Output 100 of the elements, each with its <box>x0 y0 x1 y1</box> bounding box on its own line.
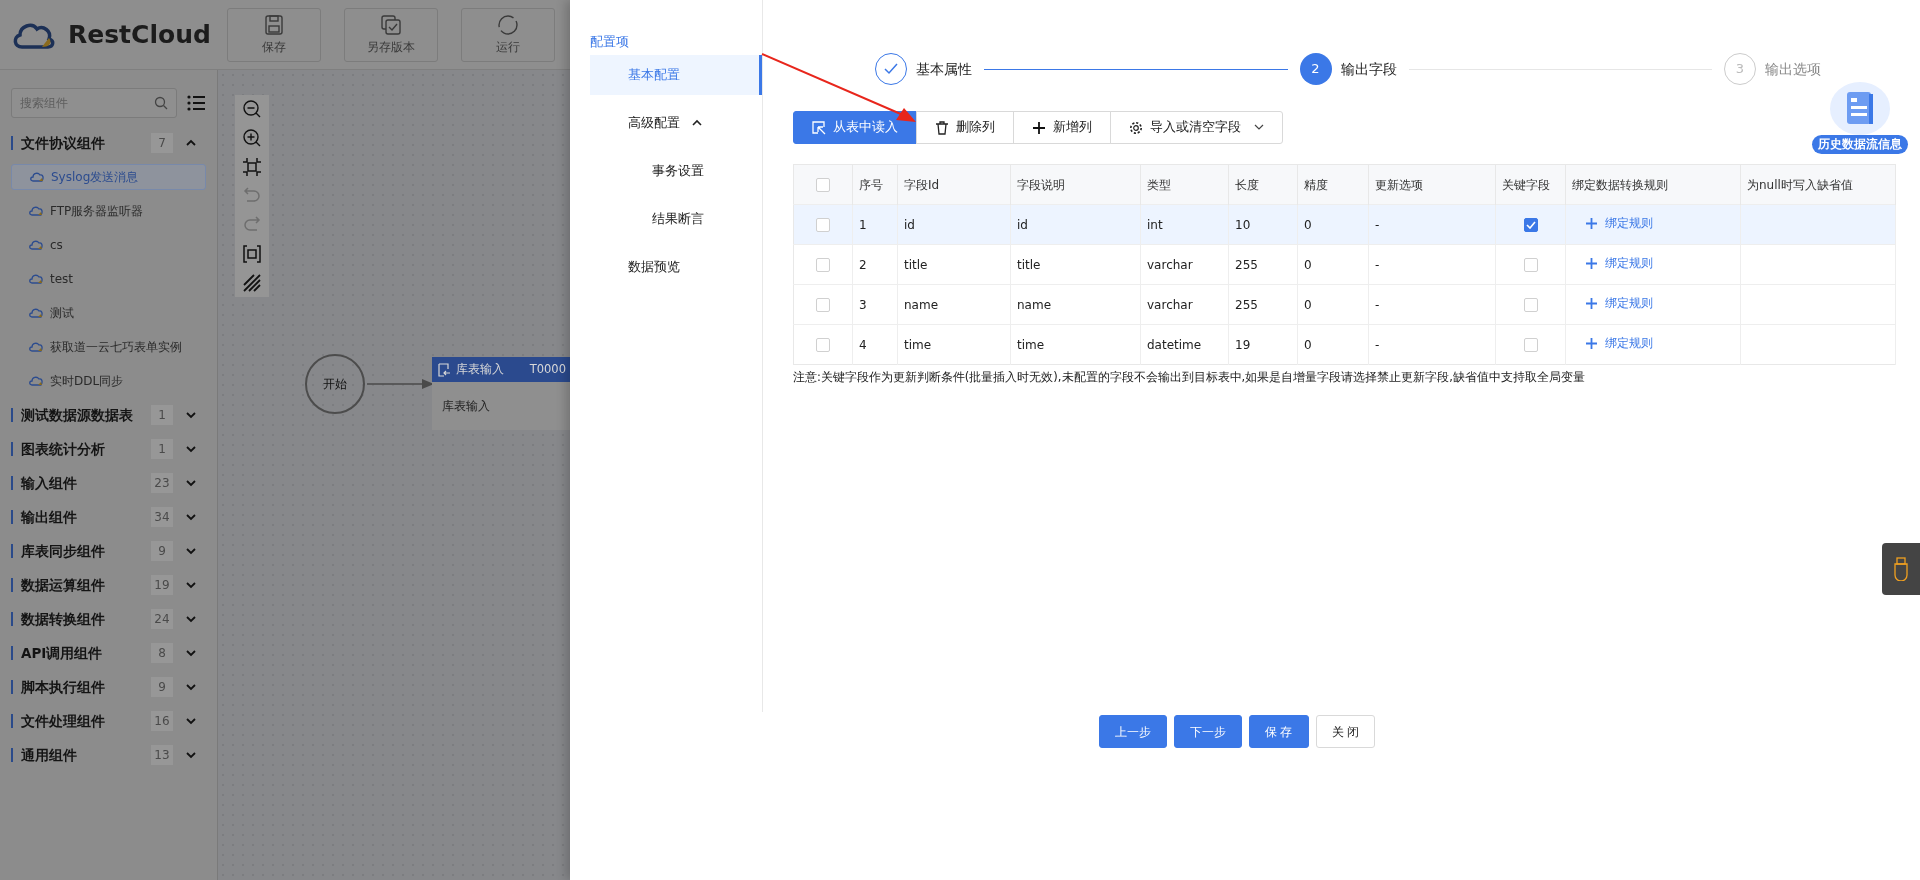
component-item[interactable]: test <box>11 262 206 296</box>
chevron-up-icon[interactable] <box>185 138 197 148</box>
component-group-header[interactable]: API调用组件 8 <box>0 636 217 670</box>
step-number: 2 <box>1299 53 1332 85</box>
bind-rule-link[interactable]: 绑定规则 <box>1586 214 1653 233</box>
nav-item[interactable]: 基本配置 <box>590 54 762 95</box>
check-icon <box>1525 221 1536 229</box>
component-group-header[interactable]: 数据运算组件 19 <box>0 568 217 602</box>
component-item[interactable]: 实时DDL同步 <box>11 364 206 398</box>
component-item[interactable]: FTP服务器监听器 <box>11 194 206 228</box>
chevron-down-icon[interactable] <box>185 580 197 590</box>
hatch-icon[interactable] <box>242 273 262 293</box>
cloud-icon <box>29 274 43 284</box>
bind-rule-link[interactable]: 绑定规则 <box>1586 294 1653 313</box>
nav-item[interactable]: 数据预览 <box>590 246 762 287</box>
column-header: 字段说明 <box>1010 164 1141 205</box>
history-label[interactable]: 历史数据流信息 <box>1812 134 1908 154</box>
step-label: 输出选项 <box>1765 59 1821 79</box>
fullscreen-icon[interactable] <box>242 244 262 264</box>
toolbar-button[interactable]: 运行 <box>460 7 555 62</box>
plus-icon <box>1586 338 1597 350</box>
table-cell: 255 <box>1235 257 1258 272</box>
footer-button[interactable]: 下一步 <box>1173 715 1242 748</box>
chevron-down-icon[interactable] <box>185 410 197 420</box>
component-group-header[interactable]: 通用组件 13 <box>0 738 217 772</box>
note-text: 注意:关键字段作为更新判断条件(批量插入时无效),未配置的字段不会输出到目标表中,如果是自增量字段请选择禁止更新字段,缺省值中支持取全局变量 <box>793 369 1586 386</box>
toolbar-button[interactable]: 新增列 <box>1013 111 1111 144</box>
chevron-down-icon[interactable] <box>185 444 197 454</box>
plus-icon <box>1586 258 1597 270</box>
task-node[interactable]: 库表输入 T0000 库表输入 <box>432 357 570 430</box>
chevron-down-icon[interactable] <box>185 750 197 760</box>
bind-rule-link[interactable]: 绑定规则 <box>1586 254 1653 273</box>
footer-button[interactable]: 关 闭 <box>1315 715 1376 748</box>
cloud-icon <box>29 206 43 216</box>
table-row[interactable]: 3 name name varchar 255 0 - 绑定规则 <box>793 284 1896 325</box>
component-item[interactable]: 获取道一云七巧表单实例 <box>11 330 206 364</box>
table-cell: name <box>1017 297 1052 312</box>
table-row[interactable]: 4 time time datetime 19 0 - 绑定规则 <box>793 324 1896 365</box>
toolbar-button[interactable]: 从表中读入 <box>793 111 917 144</box>
count-badge: 9 <box>151 677 173 697</box>
nav-item[interactable]: 事务设置 <box>590 150 762 191</box>
copy-check-icon <box>379 13 402 36</box>
table-cell: varchar <box>1147 257 1193 272</box>
nav-item[interactable]: 高级配置 <box>590 102 762 143</box>
footer-button[interactable]: 保 存 <box>1248 715 1309 748</box>
chevron-down-icon[interactable] <box>185 478 197 488</box>
chevron-down-icon[interactable] <box>185 614 197 624</box>
chevron-down-icon[interactable] <box>185 682 197 692</box>
column-header: 精度 <box>1297 164 1369 205</box>
toolbar-button[interactable]: 导入或清空字段 <box>1110 111 1283 144</box>
zoom-out-icon[interactable] <box>242 99 262 119</box>
step-label: 输出字段 <box>1340 59 1397 79</box>
nav-item[interactable]: 结果断言 <box>590 198 762 239</box>
table-cell: time <box>1017 337 1045 352</box>
table-input-icon <box>438 362 451 377</box>
chevron-down-icon[interactable] <box>185 512 197 522</box>
search-icon <box>154 96 168 110</box>
component-group-header[interactable]: 图表统计分析 1 <box>0 432 217 466</box>
side-tab[interactable] <box>1882 543 1920 595</box>
plus-icon <box>1586 298 1597 310</box>
component-group-header[interactable]: 库表同步组件 9 <box>0 534 217 568</box>
component-group-header[interactable]: 文件处理组件 16 <box>0 704 217 738</box>
component-group-header[interactable]: 输入组件 23 <box>0 466 217 500</box>
plus-icon <box>1032 120 1046 135</box>
zoom-in-icon[interactable] <box>242 128 262 148</box>
table-row[interactable]: 2 title title varchar 255 0 - 绑定规则 <box>793 244 1896 285</box>
component-item[interactable]: 测试 <box>11 296 206 330</box>
toolbar-button[interactable]: 保存 <box>226 7 321 62</box>
chevron-down-icon[interactable] <box>185 716 197 726</box>
checkbox[interactable] <box>1523 218 1538 232</box>
table-cell: 19 <box>1235 337 1251 352</box>
component-group-header[interactable]: 数据转换组件 24 <box>0 602 217 636</box>
column-header: 绑定数据转换规则 <box>1565 164 1741 205</box>
chevron-down-icon[interactable] <box>185 648 197 658</box>
list-icon[interactable] <box>187 95 205 111</box>
table-cell: - <box>1375 257 1380 272</box>
component-item[interactable]: Syslog发送消息 <box>11 164 206 190</box>
component-item[interactable]: cs <box>11 228 206 262</box>
component-group-header[interactable]: 脚本执行组件 9 <box>0 670 217 704</box>
chevron-down-icon[interactable] <box>185 546 197 556</box>
bind-rule-link[interactable]: 绑定规则 <box>1586 334 1653 353</box>
table-row[interactable]: 1 id id int 10 0 - 绑定规则 <box>793 204 1896 245</box>
logo-text: RestCloud <box>68 18 211 51</box>
table-cell: datetime <box>1147 337 1202 352</box>
component-group-header[interactable]: 测试数据源数据表 1 <box>0 398 217 432</box>
step-number: 3 <box>1724 53 1756 85</box>
usb-drive-icon <box>1893 557 1909 581</box>
table-cell: id <box>904 217 915 232</box>
table-cell: title <box>1017 257 1041 272</box>
component-group-header[interactable]: 输出组件 34 <box>0 500 217 534</box>
toolbar-button[interactable]: 删除列 <box>916 111 1014 144</box>
start-node[interactable]: 开始 <box>305 354 365 414</box>
select-icon <box>812 120 826 135</box>
column-header: 类型 <box>1140 164 1229 205</box>
component-group-header[interactable]: 文件协议组件 7 <box>0 126 217 160</box>
table-cell: 0 <box>1304 257 1312 272</box>
fit-view-icon[interactable] <box>242 157 262 177</box>
step-label: 基本属性 <box>916 59 972 79</box>
toolbar-button[interactable]: 另存版本 <box>343 7 438 62</box>
footer-button[interactable]: 上一步 <box>1098 715 1167 748</box>
